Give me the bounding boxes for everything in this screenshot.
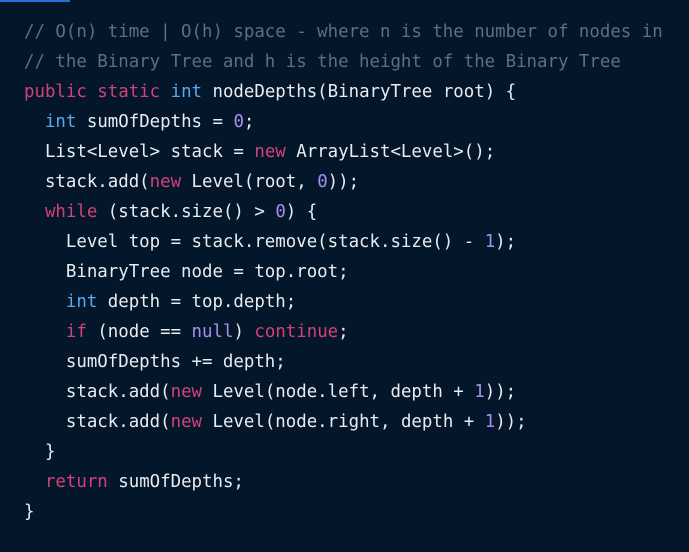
code-line: return sumOfDepths; — [24, 467, 663, 497]
code-token-keyword: while — [44, 202, 98, 222]
code-line: int sumOfDepths = 0; — [24, 107, 663, 137]
code-token-comment: // the Binary Tree and h is the height o… — [24, 52, 621, 72]
code-token-plain: (stack.size() > — [97, 202, 276, 222]
code-block: // O(n) time | O(h) space - where n is t… — [24, 17, 663, 527]
code-token-plain: ArrayList<Level>(); — [285, 142, 496, 162]
code-token-plain: Level(root, — [181, 172, 318, 192]
code-line: while (stack.size() > 0) { — [24, 197, 663, 227]
code-token-keyword: new — [254, 142, 286, 162]
code-line: stack.add(new Level(node.left, depth + 1… — [24, 377, 663, 407]
code-line: public static int nodeDepths(BinaryTree … — [24, 77, 663, 107]
code-token-number: 0 — [275, 202, 286, 222]
code-token-plain: sumOfDepths; — [107, 472, 244, 492]
code-line: List<Level> stack = new ArrayList<Level>… — [24, 137, 663, 167]
code-token-number: 0 — [317, 172, 328, 192]
code-token-number: 0 — [233, 112, 244, 132]
code-line: sumOfDepths += depth; — [24, 347, 663, 377]
code-token-plain: stack.add( — [24, 382, 171, 402]
code-token-keyword: return — [44, 472, 108, 492]
code-token-plain: Level(node.left, depth + — [202, 382, 475, 402]
code-token-plain: } — [24, 502, 35, 522]
code-line: int depth = top.depth; — [24, 287, 663, 317]
code-token-keyword: continue — [254, 322, 339, 342]
code-token-type: int — [44, 112, 77, 132]
code-token-number: 1 — [484, 232, 496, 252]
code-token-plain: )); — [327, 172, 360, 192]
code-line: BinaryTree node = top.root; — [24, 257, 663, 287]
code-token-plain: stack.add( — [24, 412, 171, 432]
code-token-number: 1 — [484, 412, 496, 432]
code-token-plain: ) — [233, 322, 255, 342]
code-token-plain: List<Level> stack = — [24, 142, 255, 162]
code-token-plain: ; — [338, 322, 349, 342]
code-token-plain: ) { — [285, 202, 318, 222]
code-token-plain: )); — [484, 382, 517, 402]
code-line: } — [24, 437, 663, 467]
code-token-keyword: new — [170, 382, 203, 402]
code-token-plain: Level(node.right, depth + — [202, 412, 485, 432]
code-token-plain: ); — [495, 232, 517, 252]
code-token-plain: Level top = stack.remove(stack.size() - — [24, 232, 485, 252]
code-line: // the Binary Tree and h is the height o… — [24, 47, 663, 77]
code-token-keyword: new — [170, 412, 203, 432]
code-line: stack.add(new Level(root, 0)); — [24, 167, 663, 197]
top-accent-bar — [0, 0, 70, 2]
code-token-plain: (node == — [86, 322, 192, 342]
code-line: if (node == null) continue; — [24, 317, 663, 347]
code-token-number: null — [191, 322, 234, 342]
code-line: // O(n) time | O(h) space - where n is t… — [24, 17, 663, 47]
code-line: } — [24, 497, 663, 527]
code-token-plain: sumOfDepths = — [76, 112, 234, 132]
code-token-plain: )); — [495, 412, 527, 432]
code-screenshot: { "colors": { "background": "#04162a", "… — [0, 0, 689, 552]
code-line: stack.add(new Level(node.right, depth + … — [24, 407, 663, 437]
code-token-plain: sumOfDepths += depth; — [24, 352, 286, 372]
code-token-plain: BinaryTree node = top.root; — [24, 262, 349, 282]
code-token-type: int — [170, 82, 203, 102]
code-token-plain: } — [24, 442, 56, 462]
code-token-type: int — [65, 292, 98, 312]
code-token-keyword: if — [65, 322, 87, 342]
code-token-plain: ; — [243, 112, 255, 132]
code-token-keyword: public static — [24, 82, 171, 102]
code-line: Level top = stack.remove(stack.size() - … — [24, 227, 663, 257]
code-token-plain: stack.add( — [24, 172, 150, 192]
code-token-plain: nodeDepths(BinaryTree root) { — [202, 82, 517, 102]
code-token-keyword: new — [149, 172, 182, 192]
code-token-number: 1 — [474, 382, 485, 402]
code-token-plain: depth = top.depth; — [97, 292, 297, 312]
code-token-comment: // O(n) time | O(h) space - where n is t… — [24, 22, 663, 42]
